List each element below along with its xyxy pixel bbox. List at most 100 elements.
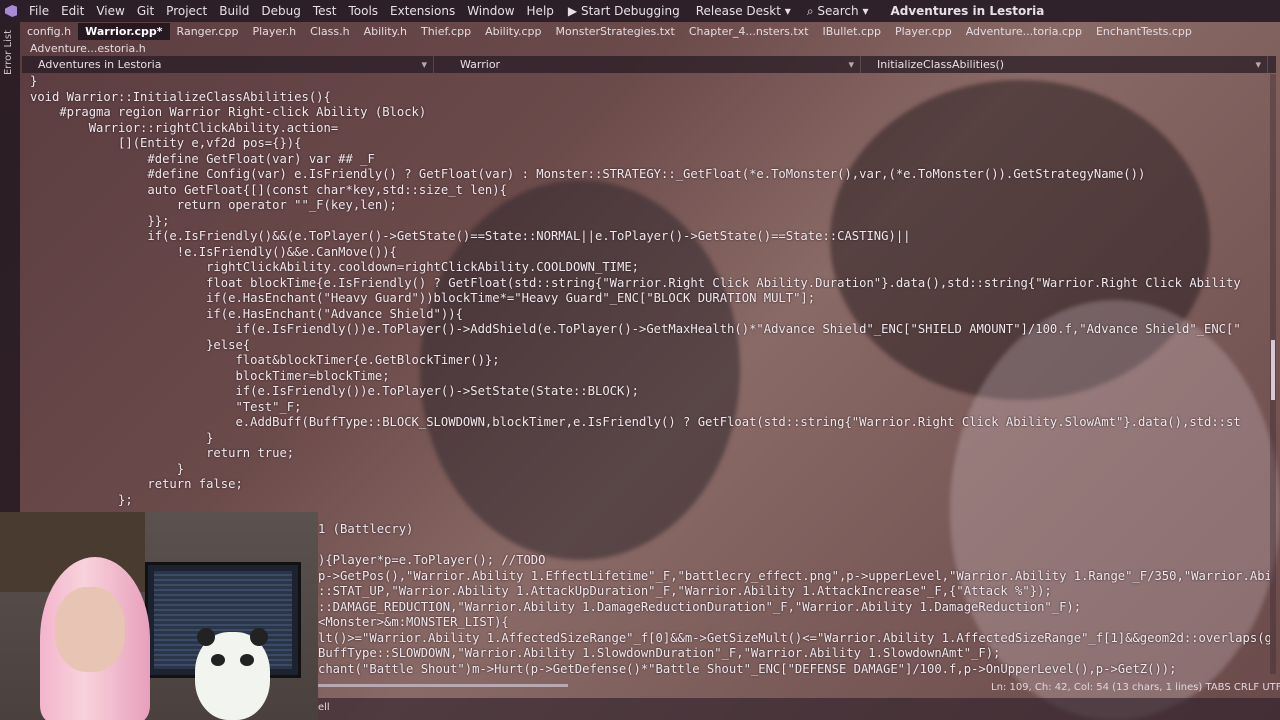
menu-tools[interactable]: Tools <box>342 4 384 18</box>
tab-monster-strategies[interactable]: MonsterStrategies.txt <box>549 23 682 40</box>
tab-player-h[interactable]: Player.h <box>245 23 303 40</box>
code-line[interactable]: ::STAT_UP,"Warrior.Ability 1.AttackUpDur… <box>318 584 1052 600</box>
code-line[interactable]: e.AddBuff(BuffType::BLOCK_SLOWDOWN,block… <box>30 415 1240 431</box>
play-icon: ▶ <box>567 4 578 18</box>
menu-debug[interactable]: Debug <box>255 4 306 18</box>
code-line[interactable]: 1 (Battlecry) <box>318 522 413 538</box>
code-line[interactable]: !e.IsFriendly()&&e.CanMove()){ <box>30 245 397 261</box>
chevron-down-icon: ▾ <box>784 4 791 18</box>
code-line[interactable]: <Monster>&m:MONSTER_LIST){ <box>318 615 509 631</box>
code-line[interactable]: [](Entity e,vf2d pos={}){ <box>30 136 301 152</box>
code-line[interactable]: blockTimer=blockTime; <box>30 369 389 385</box>
code-line[interactable]: #define GetFloat(var) var ## _F <box>30 152 374 168</box>
tab-enchant-tests[interactable]: EnchantTests.cpp <box>1089 23 1199 40</box>
code-line[interactable]: if(e.HasEnchant("Heavy Guard"))blockTime… <box>30 291 815 307</box>
document-tab-row: config.h Warrior.cpp* Ranger.cpp Player.… <box>20 23 1280 40</box>
tab-player-cpp[interactable]: Player.cpp <box>888 23 959 40</box>
menu-window[interactable]: Window <box>461 4 520 18</box>
scope-dropdown[interactable]: Warrior ▾ <box>434 56 861 73</box>
vertical-scrollbar-thumb[interactable] <box>1271 340 1275 400</box>
menu-git[interactable]: Git <box>131 4 160 18</box>
code-line[interactable]: return operator ""_F(key,len); <box>30 198 397 214</box>
code-line[interactable]: }}; <box>30 214 169 230</box>
code-line[interactable]: "Test"_F; <box>30 400 301 416</box>
document-tab-row-2: Adventure...estoria.h <box>20 40 420 55</box>
code-line[interactable]: chant("Battle Shout")m->Hurt(p->GetDefen… <box>318 662 1177 678</box>
solution-title: Adventures in Lestoria <box>890 4 1045 18</box>
code-line[interactable]: BuffType::SLOWDOWN,"Warrior.Ability 1.Sl… <box>318 646 1000 662</box>
chevron-down-icon: ▾ <box>1255 58 1261 71</box>
menu-help[interactable]: Help <box>521 4 560 18</box>
chevron-down-icon: ▾ <box>848 58 854 71</box>
code-editor[interactable]: } void Warrior::InitializeClassAbilities(… <box>30 74 1270 507</box>
code-line[interactable]: return false; <box>30 477 242 493</box>
code-line[interactable]: if(e.IsFriendly()&&(e.ToPlayer()->GetSta… <box>30 229 910 245</box>
code-line[interactable]: if(e.IsFriendly())e.ToPlayer()->SetState… <box>30 384 639 400</box>
code-line[interactable]: #pragma region Warrior Right-click Abili… <box>30 105 426 121</box>
chevron-down-icon: ▾ <box>862 3 869 18</box>
code-line[interactable]: }; <box>30 493 133 509</box>
code-line[interactable]: } <box>30 462 184 478</box>
menu-extensions[interactable]: Extensions <box>384 4 461 18</box>
tab-ranger-cpp[interactable]: Ranger.cpp <box>170 23 246 40</box>
menu-view[interactable]: View <box>90 4 130 18</box>
code-line[interactable]: } <box>30 74 37 90</box>
code-line[interactable]: rightClickAbility.cooldown=rightClickAbi… <box>30 260 639 276</box>
project-dropdown[interactable]: Adventures in Lestoria ▾ <box>22 56 434 73</box>
menu-test[interactable]: Test <box>307 4 343 18</box>
editor-status-bar: Ln: 109, Ch: 42, Col: 54 (13 chars, 1 li… <box>318 680 1280 696</box>
scope-dropdown-label: Warrior <box>460 58 501 71</box>
code-line[interactable]: if(e.HasEnchant("Advance Shield")){ <box>30 307 463 323</box>
menu-file[interactable]: File <box>23 4 55 18</box>
member-dropdown-label: InitializeClassAbilities() <box>877 58 1005 71</box>
cursor-position: Ln: 109, Ch: 42, Col: 54 (13 chars, 1 li… <box>991 682 1280 693</box>
side-tool-strip: Error List <box>0 22 20 522</box>
tab-ibullet-cpp[interactable]: IBullet.cpp <box>816 23 888 40</box>
tab-ability-h[interactable]: Ability.h <box>357 23 414 40</box>
start-debugging-label: Start Debugging <box>580 4 680 18</box>
tab-class-h[interactable]: Class.h <box>303 23 356 40</box>
error-list-tab[interactable]: Error List <box>3 30 14 75</box>
code-line[interactable]: float blockTime{e.IsFriendly() ? GetFloa… <box>30 276 1241 292</box>
menu-bar: File Edit View Git Project Build Debug T… <box>0 0 1280 22</box>
code-line[interactable]: ){Player*p=e.ToPlayer(); //TODO <box>318 553 545 569</box>
bottom-panel-bar: ell <box>318 698 1280 720</box>
code-line[interactable]: auto GetFloat{[](const char*key,std::siz… <box>30 183 507 199</box>
search-icon: ⌕ <box>806 3 814 18</box>
bottom-panel-label: ell <box>318 702 330 713</box>
tab-adventures-cpp[interactable]: Adventure...toria.cpp <box>959 23 1089 40</box>
configuration-label: Release Deskt <box>695 4 781 18</box>
code-line[interactable]: void Warrior::InitializeClassAbilities()… <box>30 90 331 106</box>
code-line[interactable]: lt()>="Warrior.Ability 1.AffectedSizeRan… <box>318 631 1270 647</box>
tab-warrior-cpp[interactable]: Warrior.cpp* <box>78 23 170 40</box>
visual-studio-logo-icon <box>5 5 17 17</box>
code-line[interactable]: } <box>30 431 213 447</box>
search-label: Search <box>817 3 859 18</box>
code-line[interactable]: p->GetPos(),"Warrior.Ability 1.EffectLif… <box>318 569 1270 585</box>
code-line[interactable]: if(e.IsFriendly())e.ToPlayer()->AddShiel… <box>30 322 1240 338</box>
code-line[interactable]: #define Config(var) e.IsFriendly() ? Get… <box>30 167 1145 183</box>
menu-build[interactable]: Build <box>213 4 255 18</box>
tab-adventures-h[interactable]: Adventure...estoria.h <box>20 42 153 55</box>
code-line[interactable]: return true; <box>30 446 294 462</box>
tab-config-h[interactable]: config.h <box>20 23 78 40</box>
search-button[interactable]: ⌕ Search ▾ <box>799 4 877 19</box>
project-dropdown-label: Adventures in Lestoria <box>38 58 162 71</box>
code-line[interactable]: ::DAMAGE_REDUCTION,"Warrior.Ability 1.Da… <box>318 600 1081 616</box>
code-line[interactable]: Warrior::rightClickAbility.action= <box>30 121 339 137</box>
code-editor-lower[interactable]: 1 (Battlecry) ){Player*p=e.ToPlayer(); //… <box>318 522 1270 687</box>
code-line[interactable]: }else{ <box>30 338 250 354</box>
menu-project[interactable]: Project <box>160 4 213 18</box>
tab-thief-cpp[interactable]: Thief.cpp <box>414 23 478 40</box>
tab-chapter4-monsters[interactable]: Chapter_4...nsters.txt <box>682 23 816 40</box>
tab-ability-cpp[interactable]: Ability.cpp <box>478 23 548 40</box>
member-dropdown[interactable]: InitializeClassAbilities() ▾ <box>861 56 1268 73</box>
navigation-bar: Adventures in Lestoria ▾ Warrior ▾ Initi… <box>22 56 1276 73</box>
streamer-face <box>55 587 125 672</box>
start-debugging-button[interactable]: ▶ Start Debugging <box>560 4 688 18</box>
panda-plush <box>195 628 270 720</box>
code-line[interactable]: float&blockTimer{e.GetBlockTimer()}; <box>30 353 499 369</box>
webcam-overlay <box>0 512 318 720</box>
menu-edit[interactable]: Edit <box>55 4 90 18</box>
configuration-dropdown[interactable]: Release Deskt ▾ <box>688 4 799 18</box>
